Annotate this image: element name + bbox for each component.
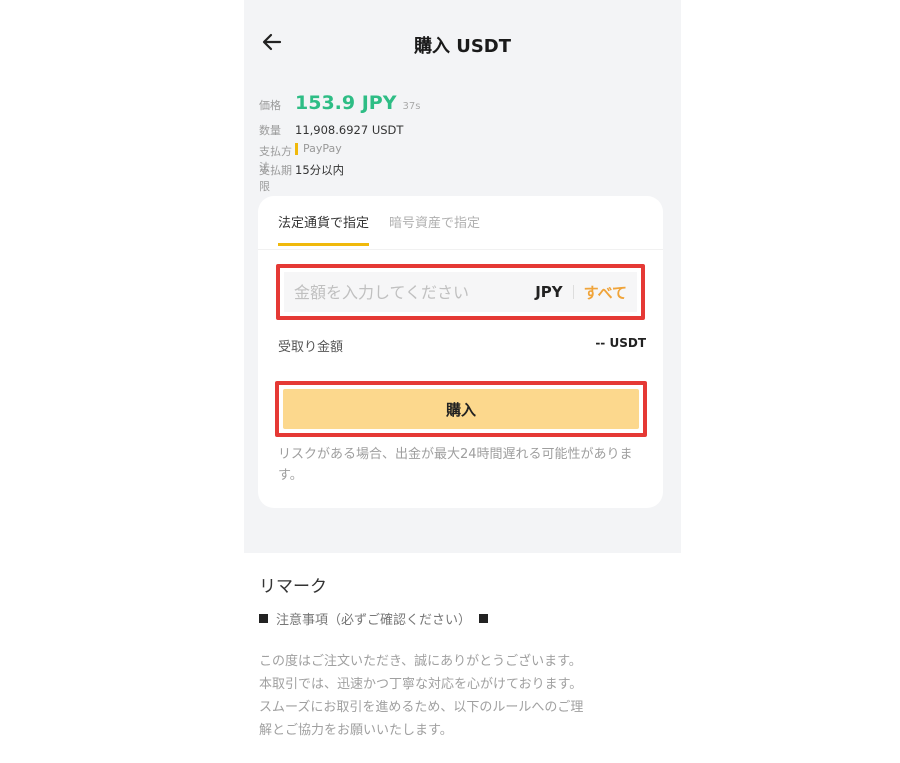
phone-screen: 購入 USDT 価格 153.9 JPY 37s 数量 11,908.6927 … bbox=[244, 0, 681, 763]
price-label: 価格 bbox=[259, 99, 281, 112]
page-title: 購入 USDT bbox=[413, 36, 512, 57]
buy-highlight-box: 購入 bbox=[275, 381, 647, 437]
remarks-heading: 注意事項（必ずご確認ください） bbox=[259, 609, 669, 628]
remarks-heading-text: 注意事項（必ずご確認ください） bbox=[276, 613, 472, 628]
receive-value: -- USDT bbox=[595, 336, 646, 350]
payment-accent-bar bbox=[295, 142, 298, 155]
amount-input[interactable] bbox=[294, 282, 536, 302]
square-icon bbox=[259, 614, 268, 623]
remarks-line: 解とご協力をお願いいたします。 bbox=[259, 723, 453, 738]
price-timer: 37s bbox=[402, 101, 421, 112]
risk-notice: リスクがある場合、出金が最大24時間遅れる可能性があります。 bbox=[278, 447, 633, 483]
payment-row: 支払方法 PayPay bbox=[259, 142, 659, 174]
amount-highlight-box: JPY すべて bbox=[276, 264, 645, 320]
all-button[interactable]: すべて bbox=[584, 282, 627, 303]
remarks-line: 本取引では、迅速かつ丁寧な対応を心がけております。 bbox=[259, 677, 583, 692]
currency-label: JPY bbox=[535, 283, 563, 301]
payment-method: PayPay bbox=[295, 142, 342, 155]
remarks-body: この度はご注文いただき、誠にありがとうございます。 本取引では、迅速かつ丁寧な対… bbox=[259, 650, 669, 742]
order-panel: 購入 USDT 価格 153.9 JPY 37s 数量 11,908.6927 … bbox=[244, 0, 681, 553]
tab-fiat[interactable]: 法定通貨で指定 bbox=[278, 212, 370, 246]
order-info: 価格 153.9 JPY 37s 数量 11,908.6927 USDT 支払方… bbox=[259, 92, 659, 193]
header: 購入 USDT bbox=[244, 22, 681, 66]
remarks-title: リマーク bbox=[259, 577, 327, 597]
price-value: 153.9 JPY bbox=[295, 92, 397, 114]
quantity-label: 数量 bbox=[259, 124, 281, 137]
tab-crypto[interactable]: 暗号資産で指定 bbox=[389, 212, 480, 246]
divider bbox=[572, 285, 574, 299]
deadline-row: 支払期限 15分以内 bbox=[259, 162, 659, 193]
quantity-value: 11,908.6927 USDT bbox=[295, 123, 404, 137]
deadline-label: 支払期限 bbox=[259, 164, 292, 193]
receive-label: 受取り金額 bbox=[278, 340, 344, 355]
amount-field: JPY すべて bbox=[284, 272, 637, 312]
purchase-card: 法定通貨で指定 暗号資産で指定 JPY すべて 受取り金額 -- USDT 購入… bbox=[258, 196, 663, 508]
price-row: 価格 153.9 JPY 37s bbox=[259, 92, 659, 122]
receive-row: 受取り金額 -- USDT bbox=[278, 336, 646, 355]
deadline-value: 15分以内 bbox=[295, 163, 345, 177]
square-icon bbox=[479, 614, 489, 623]
buy-button[interactable]: 購入 bbox=[283, 389, 639, 429]
quantity-row: 数量 11,908.6927 USDT bbox=[259, 122, 659, 142]
remarks-line: この度はご注文いただき、誠にありがとうございます。 bbox=[259, 654, 582, 669]
remarks-line: スムーズにお取引を進めるため、以下のルールへのご理 bbox=[259, 700, 584, 715]
tab-bar: 法定通貨で指定 暗号資産で指定 bbox=[278, 212, 500, 246]
payment-value: PayPay bbox=[303, 142, 342, 155]
remarks-section: リマーク 注意事項（必ずご確認ください） この度はご注文いただき、誠にありがとう… bbox=[259, 572, 669, 742]
divider bbox=[258, 249, 663, 250]
